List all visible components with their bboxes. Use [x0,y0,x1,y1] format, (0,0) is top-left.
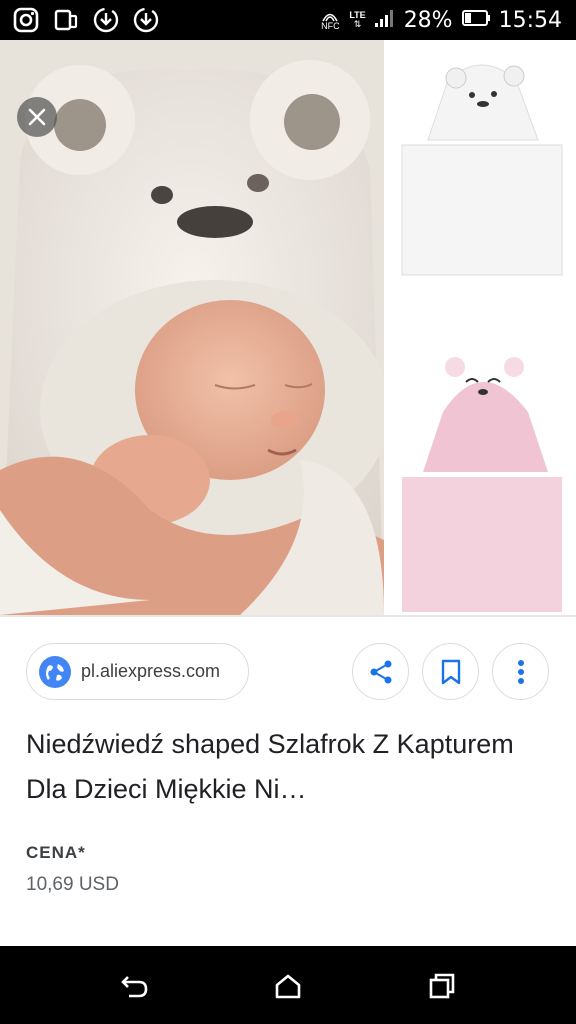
back-icon [121,976,148,998]
image-gallery [0,40,576,615]
product-title[interactable]: Niedźwiedź shaped Szlafrok Z Kapturem Dl… [26,722,546,812]
save-button[interactable] [422,643,479,700]
recent-apps-button[interactable] [422,966,462,1006]
download-icon [92,6,120,34]
navigation-bar [0,946,576,1024]
clock: 15:54 [498,7,562,33]
battery-icon [461,9,491,32]
price-label: CENA* [26,843,86,862]
home-icon [275,974,301,999]
close-icon [28,108,46,126]
more-options-button[interactable] [492,643,549,700]
status-left-icons [12,6,160,34]
globe-icon [39,655,71,688]
status-right: NFC LTE ⇅ 28% 15:54 [319,4,562,36]
download-icon [132,6,160,34]
price-value: 10,69 USD [26,874,119,895]
lte-indicator: LTE ⇅ [349,10,366,29]
signal-icon [374,8,396,33]
nfc-indicator: NFC [319,10,341,31]
bookmark-icon [441,659,460,684]
divider [0,615,576,617]
source-domain: pl.aliexpress.com [81,661,221,681]
share-button[interactable] [352,643,409,700]
battery-percent: 28% [403,7,453,33]
share-icon [370,660,391,683]
more-vert-icon [517,659,524,684]
main-product-image[interactable] [0,40,384,615]
source-link[interactable]: pl.aliexpress.com [26,643,249,700]
status-bar: NFC LTE ⇅ 28% 15:54 [0,0,576,40]
tablet-icon [52,6,80,34]
close-button[interactable] [17,97,57,137]
instagram-icon [12,6,40,34]
home-button[interactable] [268,966,308,1006]
thumbnail-pink-towel[interactable] [388,332,576,615]
recent-apps-icon [429,973,455,999]
back-button[interactable] [114,966,154,1006]
thumbnail-white-towel[interactable] [388,40,576,325]
